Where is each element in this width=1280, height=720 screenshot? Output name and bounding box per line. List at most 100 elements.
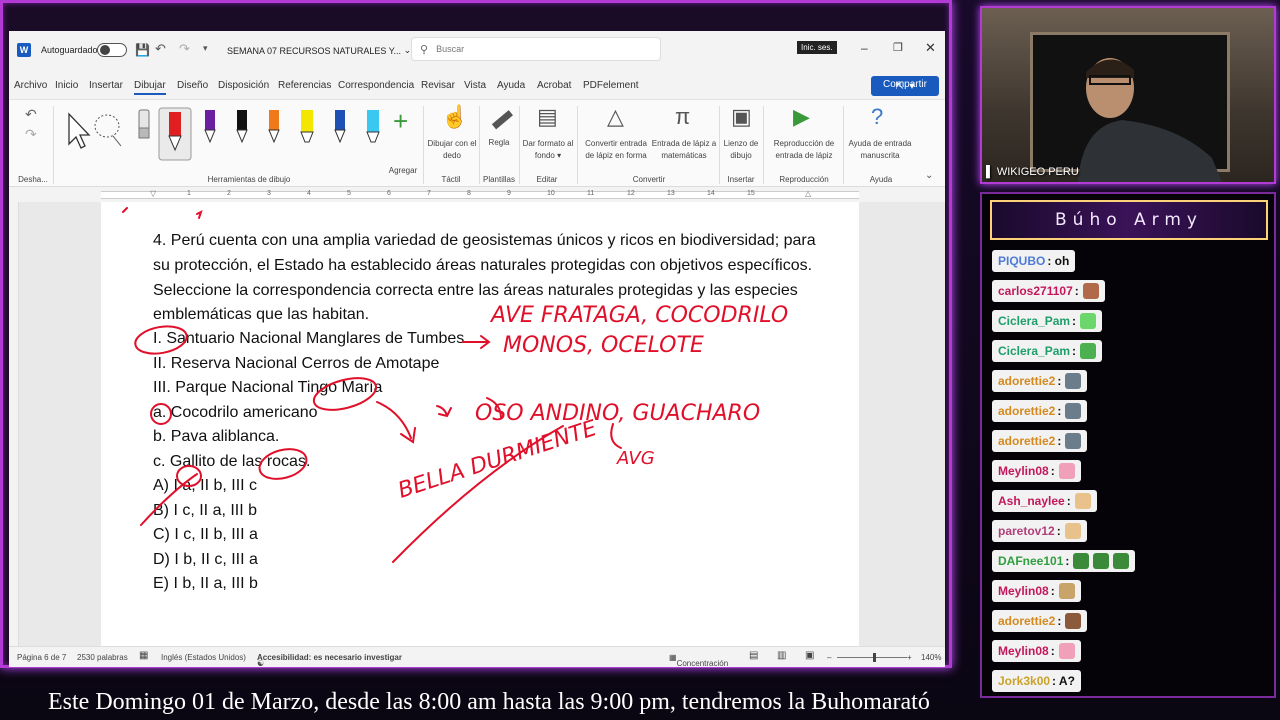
orange-pen-icon[interactable] [268,110,280,144]
chat-username[interactable]: Meylin08 [998,584,1049,598]
redo-icon[interactable]: ↷ [179,41,190,57]
ink-replay-icon[interactable]: ▶ [793,104,810,130]
language-label[interactable]: Inglés (Estados Unidos) [161,653,246,662]
cyan-highlighter-icon[interactable] [366,110,380,143]
convert-to-shape-label[interactable]: Convertir entrada de lápiz en forma [581,138,651,162]
ruler-icon[interactable]: ▬ [483,100,517,134]
drawing-canvas-label[interactable]: Lienzo de dibujo [721,138,761,162]
zoom-in-icon[interactable]: + [907,653,912,662]
select-pointer-icon[interactable] [68,112,91,149]
chat-username[interactable]: Jork3k00 [998,674,1050,688]
red-pen-icon[interactable] [158,107,192,161]
chat-emote-icon [1080,343,1097,359]
black-pen-icon[interactable] [236,110,248,144]
tab-acrobat[interactable]: Acrobat [537,80,571,91]
chat-username[interactable]: adorettie2 [998,614,1055,628]
draw-with-finger-label[interactable]: Dibujar con el dedo [427,138,477,162]
undo-ribbon-icon[interactable]: ↶ [25,106,37,123]
purple-pen-icon[interactable] [204,110,216,144]
read-mode-icon[interactable]: ▤ [749,650,758,661]
tab-insertar[interactable]: Insertar [89,80,123,91]
chat-username[interactable]: paretov12 [998,524,1055,538]
zoom-level[interactable]: 140% [921,653,941,662]
format-background-label[interactable]: Dar formato al fondo ▾ [521,138,575,162]
vertical-ruler[interactable] [9,202,19,646]
tab-disposicion[interactable]: Disposición [218,80,269,91]
drawing-tools [68,107,380,161]
tab-diseno[interactable]: Diseño [177,80,208,91]
search-box[interactable]: ⚲ Buscar [411,37,661,61]
status-bar: Página 6 de 7 2530 palabras ▦ Inglés (Es… [9,646,945,667]
redo-ribbon-icon[interactable]: ↷ [25,126,37,143]
chat-emote-icon [1065,403,1082,419]
focus-mode-button[interactable]: ▦ Concentración [669,653,728,667]
ruler-tick: 10 [547,190,555,197]
print-layout-icon[interactable]: ▥ [777,650,786,661]
web-layout-icon[interactable]: ▣ [805,650,814,661]
ink-help-icon[interactable]: ? [871,104,883,130]
ink-to-math-label[interactable]: Entrada de lápiz a matemáticas [649,138,719,162]
document-page[interactable]: 4. Perú cuenta con una amplia variedad d… [101,202,859,646]
chat-message: Ash_naylee : [992,490,1097,512]
draw-with-finger-icon[interactable]: ☝ [441,104,468,130]
right-indent-marker-icon[interactable]: △ [805,189,811,198]
chat-username[interactable]: Meylin08 [998,644,1049,658]
tab-vista[interactable]: Vista [464,80,486,91]
chat-username[interactable]: Ciclera_Pam [998,314,1070,328]
share-button[interactable]: ⇱ Compartir ▾ [871,76,939,96]
tab-referencias[interactable]: Referencias [278,80,331,91]
chat-username[interactable]: Ciclera_Pam [998,344,1070,358]
news-ticker: Este Domingo 01 de Marzo, desde las 8:00… [48,689,930,715]
add-pen-icon[interactable]: + [393,106,408,137]
yellow-highlighter-icon[interactable] [300,110,314,143]
eraser-icon[interactable] [138,109,150,139]
chat-text: : [1050,464,1055,478]
zoom-slider[interactable] [837,653,907,662]
accessibility-status[interactable]: ☯ Accesibilidad: es necesario investigar [257,653,402,667]
ink-replay-label[interactable]: Reproducción de entrada de lápiz [767,138,841,162]
tab-pdfelement[interactable]: PDFelement [583,80,639,91]
chat-username[interactable]: PIQUBO [998,254,1045,268]
chat-text: : [1050,584,1055,598]
chat-username[interactable]: carlos271107 [998,284,1073,298]
minimize-icon[interactable]: – [861,41,868,55]
blue-pen-icon[interactable] [334,110,346,144]
zoom-out-icon[interactable]: – [827,653,831,662]
indent-marker-icon[interactable]: ▽ [150,189,156,198]
tab-revisar[interactable]: Revisar [421,80,455,91]
format-background-icon[interactable]: ▤ [537,104,558,130]
document-title[interactable]: SEMANA 07 RECURSOS NATURALES Y... ⌄ [227,45,411,56]
tab-correspondencia[interactable]: Correspondencia [338,80,414,91]
chat-username[interactable]: adorettie2 [998,404,1055,418]
ink-handwriting: MONOS, OCELOTE [503,333,704,358]
page-count[interactable]: Página 6 de 7 [17,653,66,662]
ruler-label[interactable]: Regla [481,138,517,147]
ruler-tick: 1 [187,190,191,197]
drawing-canvas-icon[interactable]: ▣ [731,104,752,130]
ink-help-label[interactable]: Ayuda de entrada manuscrita [845,138,915,162]
tab-archivo[interactable]: Archivo [14,80,47,91]
chat-username[interactable]: Ash_naylee [998,494,1065,508]
chat-username[interactable]: adorettie2 [998,374,1055,388]
autosave-toggle[interactable] [97,43,127,57]
lasso-select-icon[interactable] [94,114,122,147]
chat-username[interactable]: Meylin08 [998,464,1049,478]
close-icon[interactable]: ✕ [925,40,936,56]
sign-in-button[interactable]: Inic. ses. [797,41,837,54]
restore-icon[interactable]: ❐ [893,41,903,54]
convert-to-shape-icon[interactable]: △ [607,104,624,130]
proofing-icon[interactable]: ▦ [139,650,148,661]
horizontal-ruler[interactable]: ▽ 1 2 3 4 5 6 7 8 9 10 11 12 13 14 15 △ [9,188,945,202]
add-pen-label[interactable]: Agregar [383,166,423,175]
tab-ayuda[interactable]: Ayuda [497,80,525,91]
quick-access-more-icon[interactable]: ▾ [203,43,208,54]
tab-inicio[interactable]: Inicio [55,80,78,91]
ink-to-math-icon[interactable]: π [675,104,690,130]
word-count[interactable]: 2530 palabras [77,653,128,662]
save-icon[interactable]: 💾 [135,43,150,57]
collapse-ribbon-icon[interactable]: ⌄ [925,170,933,181]
tab-dibujar[interactable]: Dibujar [134,80,166,95]
chat-username[interactable]: DAFnee101 [998,554,1063,568]
chat-username[interactable]: adorettie2 [998,434,1055,448]
undo-icon[interactable]: ↶ [155,41,166,57]
